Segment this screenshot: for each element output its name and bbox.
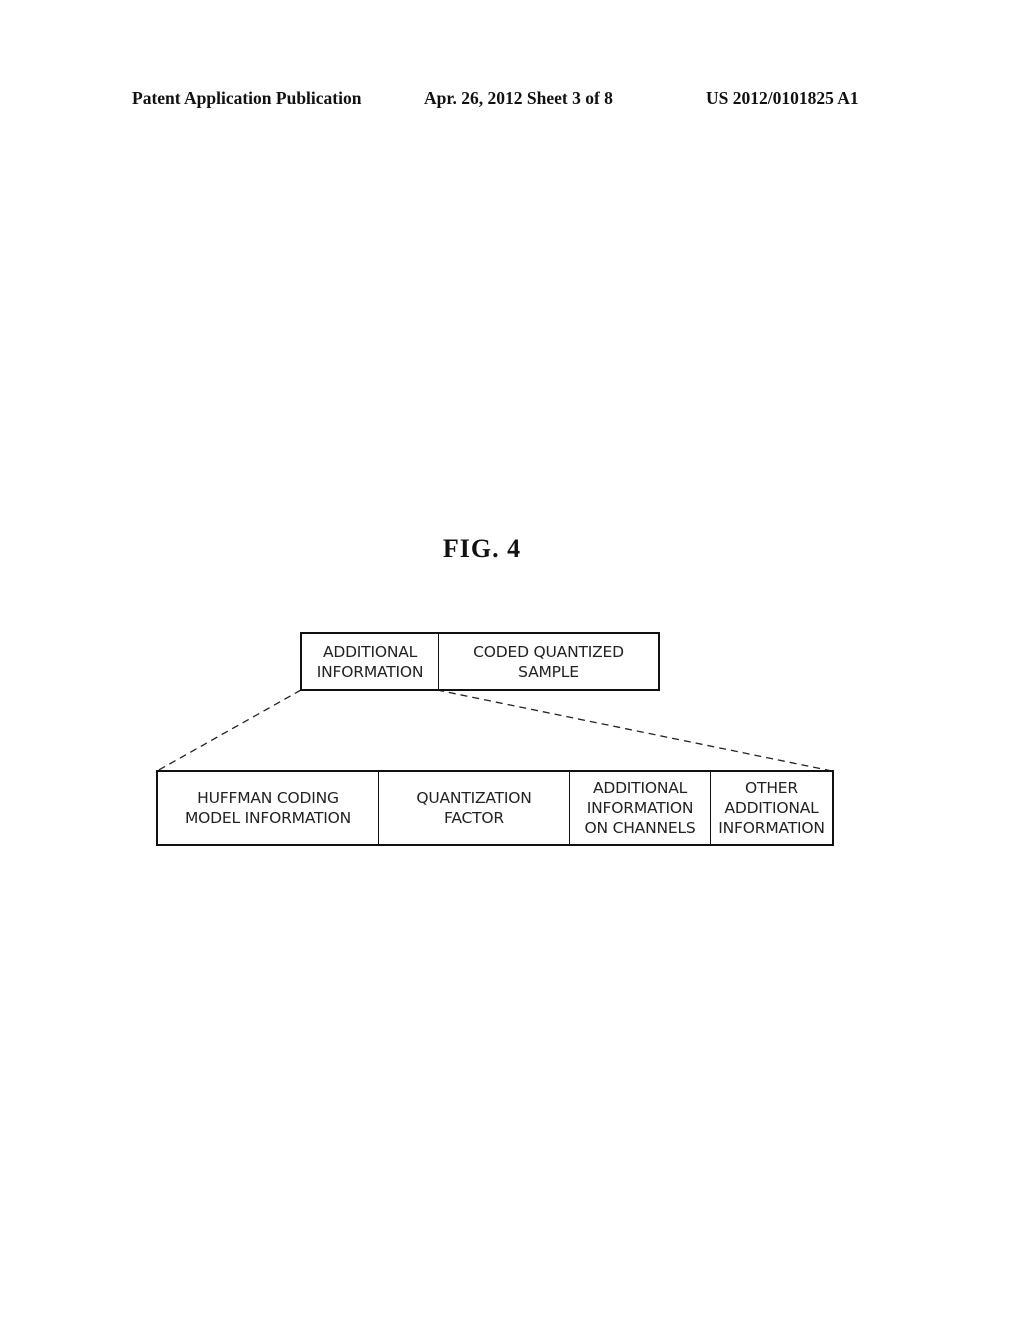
expansion-line-left xyxy=(156,689,302,772)
field-coded-quantized-sample: CODED QUANTIZED SAMPLE xyxy=(473,642,624,681)
field-other-additional-information: OTHER ADDITIONAL INFORMATION xyxy=(718,779,825,837)
field-additional-information: ADDITIONAL INFORMATION xyxy=(302,634,439,689)
publication-type: Patent Application Publication xyxy=(132,88,362,108)
additional-information-breakdown-box: HUFFMAN CODING MODEL INFORMATION QUANTIZ… xyxy=(156,770,834,846)
frame-structure-box: ADDITIONAL INFORMATION CODED QUANTIZED S… xyxy=(300,632,660,691)
figure-title-text: FIG. 4 xyxy=(442,534,522,563)
field-huffman-coding-model-information: HUFFMAN CODING MODEL INFORMATION xyxy=(158,772,379,844)
date-sheet: Apr. 26, 2012 Sheet 3 of 8 xyxy=(424,88,613,108)
figure-title: FIG. 4 xyxy=(0,534,1024,564)
field-quantization-factor: QUANTIZATION FACTOR xyxy=(379,772,570,844)
publication-number: US 2012/0101825 A1 xyxy=(706,88,859,108)
field-additional-information-on-channels: ADDITIONAL INFORMATION ON CHANNELS xyxy=(570,772,711,844)
expansion-line-right xyxy=(436,689,833,772)
